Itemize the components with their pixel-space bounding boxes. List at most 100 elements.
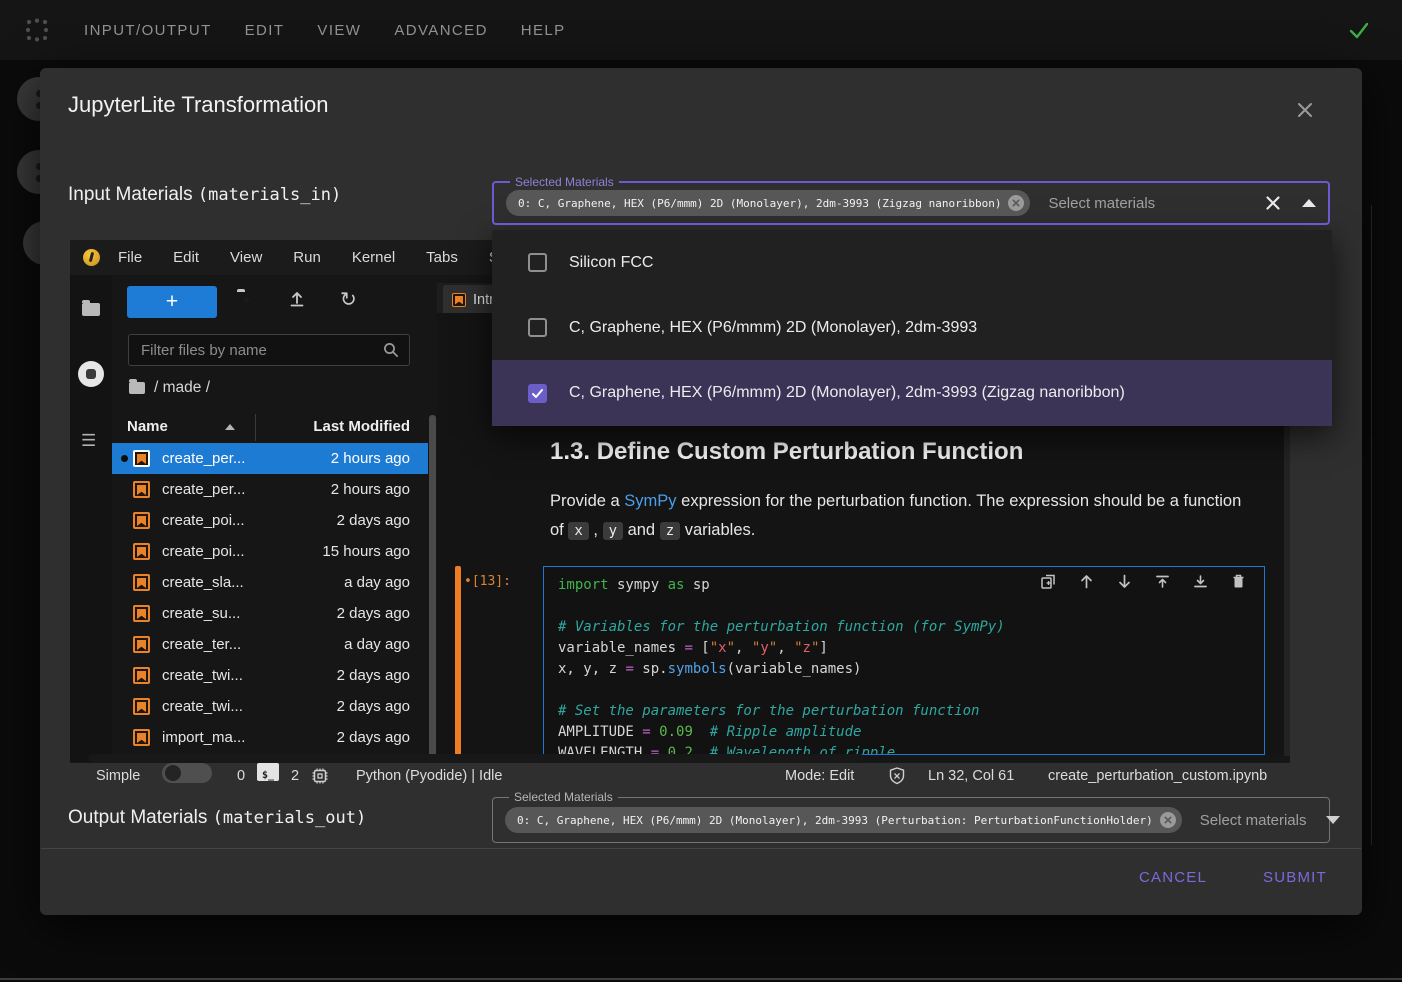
output-materials-label: Output Materials (materials_out) bbox=[68, 807, 366, 829]
close-icon[interactable] bbox=[1295, 100, 1315, 120]
notebook-file-icon bbox=[133, 450, 150, 467]
insert-cell-above-icon[interactable] bbox=[1154, 573, 1171, 590]
new-launcher-button[interactable]: + bbox=[127, 286, 217, 318]
chip-remove-icon[interactable] bbox=[1008, 195, 1024, 211]
terminal-icon[interactable]: $_ bbox=[257, 763, 279, 781]
jupyter-menu-edit[interactable]: Edit bbox=[173, 249, 199, 266]
file-row[interactable]: create_poi...2 days ago bbox=[112, 505, 428, 536]
file-row[interactable]: create_ter...a day ago bbox=[112, 629, 428, 660]
code-token bbox=[651, 724, 659, 740]
footer-divider bbox=[41, 848, 1361, 849]
material-option[interactable]: C, Graphene, HEX (P6/mmm) 2D (Monolayer)… bbox=[492, 295, 1332, 360]
kernels-count[interactable]: 2 bbox=[291, 763, 299, 789]
file-row[interactable]: create_sla...a day ago bbox=[112, 567, 428, 598]
sort-ascending-icon bbox=[225, 424, 235, 430]
move-cell-up-icon[interactable] bbox=[1078, 573, 1095, 590]
cell-toolbar bbox=[1040, 573, 1247, 590]
material-option-label: C, Graphene, HEX (P6/mmm) 2D (Monolayer)… bbox=[569, 384, 1125, 402]
modified-column-header[interactable]: Last Modified bbox=[313, 418, 410, 435]
menu-item-advanced[interactable]: ADVANCED bbox=[394, 22, 487, 39]
name-column-header[interactable]: Name bbox=[127, 418, 168, 435]
file-row[interactable]: create_su...2 days ago bbox=[112, 598, 428, 629]
code-token: ] bbox=[819, 640, 827, 656]
trust-shield-icon[interactable] bbox=[887, 766, 907, 786]
move-cell-down-icon[interactable] bbox=[1116, 573, 1133, 590]
horizontal-scrollbar[interactable] bbox=[88, 754, 864, 762]
file-browser-tab-icon[interactable] bbox=[82, 303, 100, 316]
active-filename[interactable]: create_perturbation_custom.ipynb bbox=[1048, 763, 1267, 789]
cursor-position[interactable]: Ln 32, Col 61 bbox=[928, 763, 1014, 789]
material-option[interactable]: C, Graphene, HEX (P6/mmm) 2D (Monolayer)… bbox=[492, 360, 1332, 426]
simple-mode-label: Simple bbox=[96, 763, 140, 789]
refresh-icon[interactable]: ↻ bbox=[340, 287, 357, 312]
file-name: create_per... bbox=[162, 450, 331, 467]
home-folder-icon[interactable] bbox=[129, 382, 145, 394]
checkbox-checked-icon[interactable] bbox=[528, 384, 547, 403]
background-panel-edge bbox=[1371, 205, 1372, 845]
jupyter-menu-view[interactable]: View bbox=[230, 249, 262, 266]
code-token: # Ripple amplitude bbox=[710, 724, 862, 740]
menu-item-help[interactable]: HELP bbox=[521, 22, 566, 39]
file-row[interactable]: create_twi...2 days ago bbox=[112, 691, 428, 722]
notebook-mode[interactable]: Mode: Edit bbox=[785, 763, 854, 789]
code-token: variable_names bbox=[558, 640, 684, 656]
kernel-cpu-icon[interactable] bbox=[311, 767, 329, 785]
menu-item-view[interactable]: VIEW bbox=[317, 22, 361, 39]
output-materials-select[interactable]: Selected Materials 0: C, Graphene, HEX (… bbox=[492, 797, 1330, 843]
kernel-status[interactable]: Python (Pyodide) | Idle bbox=[356, 763, 502, 789]
file-row[interactable]: create_poi...15 hours ago bbox=[112, 536, 428, 567]
jupyter-menu-kernel[interactable]: Kernel bbox=[352, 249, 395, 266]
file-row[interactable]: create_twi...2 days ago bbox=[112, 660, 428, 691]
upload-icon[interactable] bbox=[288, 290, 306, 308]
material-option[interactable]: Silicon FCC bbox=[492, 230, 1332, 295]
panel-splitter[interactable] bbox=[429, 415, 436, 757]
code-token: " bbox=[769, 640, 777, 656]
cancel-button[interactable]: CANCEL bbox=[1139, 869, 1207, 886]
running-sessions-icon[interactable] bbox=[78, 361, 104, 387]
input-materials-label: Input Materials (materials_in) bbox=[68, 184, 341, 206]
file-name: create_ter... bbox=[162, 636, 344, 653]
output-material-chip[interactable]: 0: C, Graphene, HEX (P6/mmm) 2D (Monolay… bbox=[505, 807, 1182, 833]
code-cell[interactable]: import sympy as sp # Variables for the p… bbox=[543, 566, 1265, 755]
jupyter-menu-tabs[interactable]: Tabs bbox=[426, 249, 458, 266]
delete-cell-icon[interactable] bbox=[1230, 573, 1247, 590]
markdown-heading: 1.3. Define Custom Perturbation Function bbox=[550, 438, 1023, 466]
submit-button[interactable]: SUBMIT bbox=[1263, 869, 1327, 886]
file-row[interactable]: create_per...2 hours ago bbox=[112, 474, 428, 505]
code-token: 0.09 bbox=[659, 724, 693, 740]
file-filter-input[interactable]: Filter files by name bbox=[128, 334, 410, 366]
apply-check-icon[interactable] bbox=[1346, 17, 1372, 43]
code-line bbox=[558, 596, 1264, 617]
table-of-contents-icon[interactable]: ☰ bbox=[81, 431, 96, 451]
clear-selection-icon[interactable] bbox=[1264, 194, 1282, 212]
terminals-count[interactable]: 0 bbox=[237, 763, 245, 789]
chevron-up-icon[interactable] bbox=[1302, 199, 1316, 207]
file-row[interactable]: create_per...2 hours ago bbox=[112, 443, 428, 474]
file-modified: 2 hours ago bbox=[331, 481, 410, 498]
simple-mode-toggle[interactable] bbox=[162, 763, 212, 783]
duplicate-cell-icon[interactable] bbox=[1040, 573, 1057, 590]
checkbox-icon[interactable] bbox=[528, 253, 547, 272]
file-name: create_per... bbox=[162, 481, 331, 498]
selected-material-chip[interactable]: 0: C, Graphene, HEX (P6/mmm) 2D (Monolay… bbox=[506, 190, 1030, 216]
file-row[interactable]: import_ma...2 days ago bbox=[112, 722, 428, 753]
chevron-down-icon[interactable] bbox=[1326, 816, 1340, 824]
select-materials-placeholder[interactable]: Select materials bbox=[1200, 812, 1307, 829]
notebook-file-icon bbox=[452, 293, 466, 307]
notebook-file-icon bbox=[133, 729, 150, 746]
file-modified: 2 days ago bbox=[337, 667, 410, 684]
paragraph-text: variables. bbox=[680, 521, 755, 539]
menu-item-input-output[interactable]: INPUT/OUTPUT bbox=[84, 22, 212, 39]
sympy-link[interactable]: SymPy bbox=[624, 492, 676, 510]
breadcrumb[interactable]: / made / bbox=[129, 379, 210, 397]
menu-item-edit[interactable]: EDIT bbox=[245, 22, 285, 39]
checkbox-icon[interactable] bbox=[528, 318, 547, 337]
input-materials-select[interactable]: Selected Materials 0: C, Graphene, HEX (… bbox=[492, 181, 1330, 225]
select-materials-placeholder[interactable]: Select materials bbox=[1048, 195, 1155, 212]
jupyter-menu-run[interactable]: Run bbox=[293, 249, 321, 266]
insert-cell-below-icon[interactable] bbox=[1192, 573, 1209, 590]
notebook-file-icon bbox=[133, 512, 150, 529]
chip-remove-icon[interactable] bbox=[1160, 812, 1176, 828]
file-modified: 2 hours ago bbox=[331, 450, 410, 467]
jupyter-menu-file[interactable]: File bbox=[118, 249, 142, 266]
